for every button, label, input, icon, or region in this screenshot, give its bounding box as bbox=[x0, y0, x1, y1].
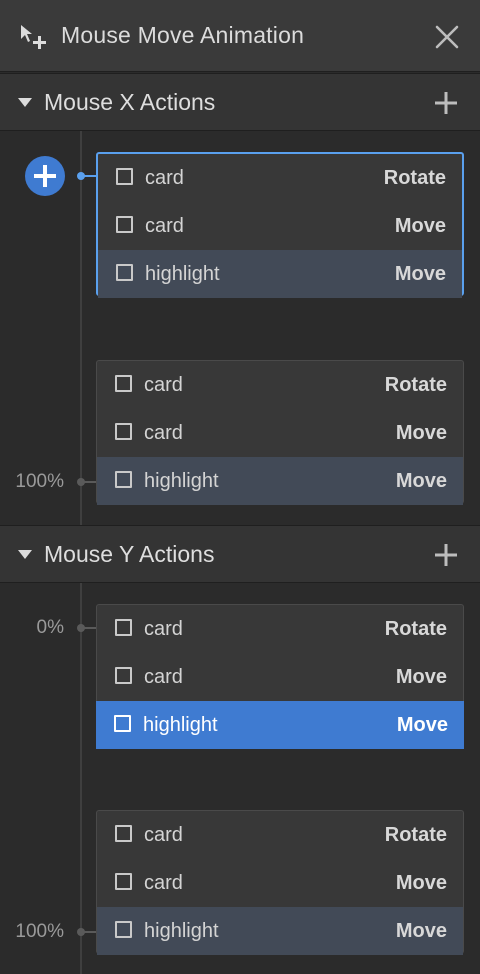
action-type: Rotate bbox=[384, 374, 447, 396]
action-type: Move bbox=[395, 666, 447, 688]
target-name: card bbox=[144, 422, 183, 444]
row-checkbox[interactable] bbox=[115, 921, 132, 938]
action-type: Rotate bbox=[384, 618, 447, 640]
action-type: Rotate bbox=[384, 824, 447, 846]
action-type: Move bbox=[395, 872, 447, 894]
target-name: card bbox=[144, 872, 183, 894]
row-checkbox[interactable] bbox=[116, 168, 133, 185]
add-action-icon[interactable] bbox=[433, 542, 459, 568]
timeline-line bbox=[80, 131, 82, 525]
caret-down-icon[interactable] bbox=[18, 548, 32, 560]
row-checkbox[interactable] bbox=[115, 667, 132, 684]
target-name: card bbox=[145, 215, 184, 237]
target-name: card bbox=[144, 666, 183, 688]
action-type: Move bbox=[395, 920, 447, 942]
section-label: Mouse X Actions bbox=[44, 89, 216, 115]
target-name: card bbox=[144, 618, 183, 640]
panel-title: Mouse Move Animation bbox=[61, 22, 305, 48]
action-row[interactable]: card Move bbox=[97, 859, 463, 907]
section-label: Mouse Y Actions bbox=[44, 541, 215, 567]
keyframe-connector bbox=[84, 175, 96, 177]
section-mouse-y-header[interactable]: Mouse Y Actions bbox=[0, 525, 480, 583]
row-checkbox[interactable] bbox=[115, 471, 132, 488]
plus-icon bbox=[34, 165, 56, 187]
row-checkbox[interactable] bbox=[116, 216, 133, 233]
row-checkbox[interactable] bbox=[115, 825, 132, 842]
action-type: Move bbox=[395, 470, 447, 492]
target-name: highlight bbox=[145, 263, 220, 285]
action-type: Move bbox=[396, 714, 448, 736]
row-checkbox[interactable] bbox=[115, 619, 132, 636]
target-name: card bbox=[144, 824, 183, 846]
keyframe-card[interactable]: card Rotate card Move highlight Move bbox=[96, 604, 464, 749]
add-keyframe-button[interactable] bbox=[25, 156, 65, 196]
action-row-selected[interactable]: highlight Move bbox=[96, 701, 464, 749]
target-name: highlight bbox=[144, 470, 219, 492]
action-type: Move bbox=[394, 263, 446, 285]
row-checkbox[interactable] bbox=[116, 264, 133, 281]
target-name: card bbox=[144, 374, 183, 396]
row-checkbox[interactable] bbox=[114, 715, 131, 732]
keyframe-connector bbox=[84, 931, 96, 933]
keyframe-connector bbox=[84, 481, 96, 483]
action-row[interactable]: card Rotate bbox=[97, 811, 463, 859]
action-type: Rotate bbox=[383, 167, 446, 189]
timeline-line bbox=[80, 583, 82, 974]
keyframe-card[interactable]: card Rotate card Move highlight Move bbox=[96, 360, 464, 505]
row-checkbox[interactable] bbox=[115, 375, 132, 392]
action-row[interactable]: card Rotate bbox=[98, 154, 462, 202]
close-icon[interactable] bbox=[434, 24, 460, 50]
action-row[interactable]: card Move bbox=[97, 653, 463, 701]
action-row[interactable]: card Rotate bbox=[97, 605, 463, 653]
keyframe-percent: 100% bbox=[15, 471, 64, 492]
target-name: highlight bbox=[143, 714, 218, 736]
keyframe-card[interactable]: card Rotate card Move highlight Move bbox=[96, 152, 464, 298]
action-row[interactable]: highlight Move bbox=[97, 457, 463, 505]
action-type: Move bbox=[395, 422, 447, 444]
caret-down-icon[interactable] bbox=[18, 96, 32, 108]
action-row[interactable]: card Rotate bbox=[97, 361, 463, 409]
row-checkbox[interactable] bbox=[115, 873, 132, 890]
add-action-icon[interactable] bbox=[433, 90, 459, 116]
action-row[interactable]: highlight Move bbox=[97, 907, 463, 955]
keyframe-percent: 0% bbox=[36, 617, 64, 638]
action-type: Move bbox=[394, 215, 446, 237]
section-mouse-x-header[interactable]: Mouse X Actions bbox=[0, 73, 480, 131]
keyframe-percent: 100% bbox=[15, 921, 64, 942]
target-name: highlight bbox=[144, 920, 219, 942]
action-row[interactable]: card Move bbox=[97, 409, 463, 457]
target-name: card bbox=[145, 167, 184, 189]
action-row[interactable]: card Move bbox=[98, 202, 462, 250]
row-checkbox[interactable] bbox=[115, 423, 132, 440]
panel-header: Mouse Move Animation bbox=[0, 0, 480, 72]
action-row[interactable]: highlight Move bbox=[98, 250, 462, 298]
keyframe-connector bbox=[84, 627, 96, 629]
keyframe-card[interactable]: card Rotate card Move highlight Move bbox=[96, 810, 464, 955]
cursor-move-icon bbox=[21, 25, 46, 49]
